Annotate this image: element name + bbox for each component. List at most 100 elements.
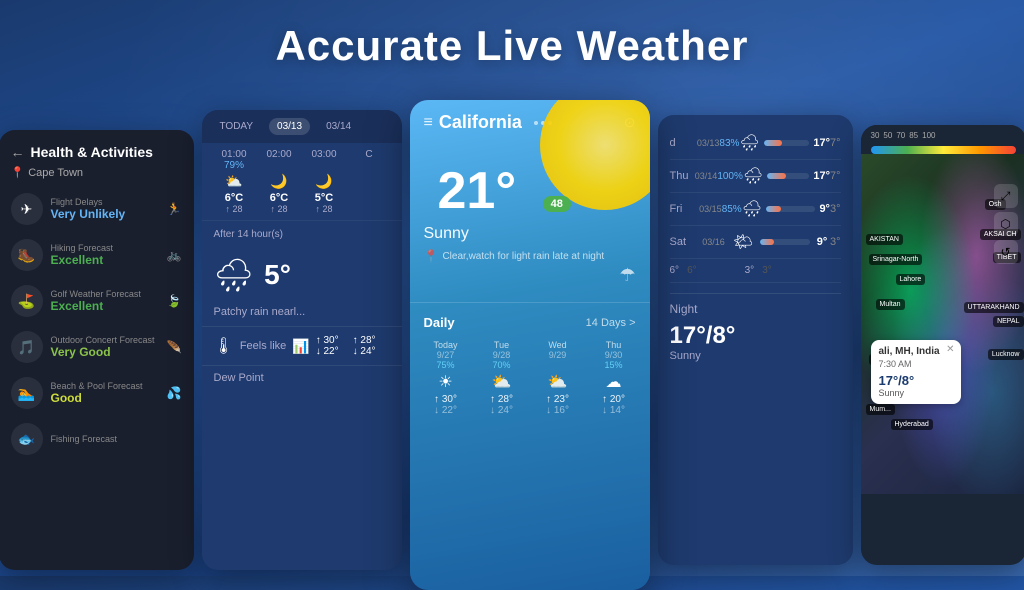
ca-day-tue: Tue 9/28 70% ⛅ ↑ 28° ↓ 24°	[474, 336, 530, 420]
tab-0313[interactable]: 03/13	[269, 118, 310, 135]
fishing-icon: 🐟	[11, 423, 43, 455]
wdate-3: 03/16	[702, 237, 725, 247]
feels-lo2: ↓ 24°	[353, 346, 376, 357]
feels-hi2: ↑ 28°	[353, 335, 376, 346]
run-icon: 🏃	[167, 202, 182, 216]
menu-icon[interactable]: ≡	[424, 114, 433, 132]
hour3-pct	[302, 160, 347, 171]
hour2-time: 02:00	[257, 149, 302, 160]
days-link[interactable]: 14 Days >	[586, 317, 636, 329]
tab-0314[interactable]: 03/14	[318, 118, 359, 135]
hour3-wind: ↑ 28	[302, 204, 347, 214]
map-layers-btn[interactable]: ⬡	[994, 212, 1018, 236]
hour2-wind: ↑ 28	[257, 204, 302, 214]
hour2-icon: 🌙	[257, 173, 302, 190]
day-thu-icon: ☁	[588, 372, 640, 392]
map-card: 30 50 70 85 100 Osh AKISTAN AKSAI CH Sri…	[861, 125, 1024, 565]
map-zoom-btn[interactable]: ⤢	[994, 184, 1018, 208]
flight-text: Flight Delays Very Unlikely	[51, 197, 126, 221]
wpct-1: 100%	[717, 171, 743, 182]
wicon-3: 🌤	[733, 232, 753, 252]
weekly-row-2: Fri 03/15 85% 🌧 9° 3°	[670, 193, 841, 226]
wbar-2	[766, 206, 815, 212]
map-color-bar	[871, 146, 1016, 154]
extra-hi1: 6°	[670, 265, 680, 276]
wbar-fill-0	[764, 140, 782, 146]
popup-condition: Sunny	[879, 388, 953, 398]
wpct-2: 85%	[722, 204, 742, 215]
wday-0: d	[670, 137, 697, 149]
hour1-icon: ⛅	[212, 173, 257, 190]
wbar-fill-1	[767, 173, 786, 179]
day-tue-lo: ↓ 24°	[476, 405, 528, 416]
golf-label: Golf Weather Forecast	[51, 289, 141, 299]
health-card-title: Health & Activities	[31, 144, 153, 160]
day-thu-label: Thu	[588, 340, 640, 350]
map-refresh-btn[interactable]: ↺	[994, 240, 1018, 264]
day-tue-icon: ⛅	[476, 372, 528, 392]
day-today-icon: ☀	[420, 372, 472, 392]
night-condition: Sunny	[670, 350, 841, 362]
weekly-row-1: Thu 03/14 100% 🌧 17° 7°	[670, 160, 841, 193]
feels-row: 🌡 Feels like 📊 ↑ 30° ↓ 22° ↑ 28° ↓ 24°	[202, 326, 402, 365]
map-city-multan: Multan	[876, 299, 905, 310]
day-thu-date: 9/30	[588, 350, 640, 360]
patchy-desc: Patchy rain nearl...	[202, 302, 402, 326]
popup-temp: 17°/8°	[879, 373, 953, 388]
golf-value: Excellent	[51, 299, 141, 313]
hour-1: 01:00 79% ⛅ 6°C ↑ 28	[212, 149, 257, 214]
rain-cloud-icon: 🌧	[214, 256, 255, 294]
extra-hi2: 3°	[745, 265, 755, 276]
hour-3: 03:00 🌙 5°C ↑ 28	[302, 149, 347, 214]
activity-concert: 🎵 Outdoor Concert Forecast Very Good 🪶	[11, 331, 182, 363]
hourly-tabs: TODAY 03/13 03/14	[202, 110, 402, 143]
wdate-0: 03/13	[697, 138, 720, 148]
popup-time: 7:30 AM	[879, 359, 953, 369]
back-arrow-icon[interactable]: ←	[11, 144, 25, 160]
ca-daily-header: Daily 14 Days >	[410, 302, 650, 336]
wdate-1: 03/14	[695, 171, 718, 181]
day-tue-label: Tue	[476, 340, 528, 350]
hour-2: 02:00 🌙 6°C ↑ 28	[257, 149, 302, 214]
map-city-mumbai: Mum...	[866, 404, 895, 415]
activity-fishing: 🐟 Fishing Forecast	[11, 423, 182, 455]
location-pin-icon: 📍	[11, 166, 25, 179]
popup-close-btn[interactable]: ✕	[946, 344, 954, 355]
whi-1: 17°	[813, 170, 830, 182]
day-wed-label: Wed	[532, 340, 584, 350]
fishing-text: Fishing Forecast	[51, 434, 118, 444]
map-city-hyderabad: Hyderabad	[891, 419, 933, 430]
golf-icon: ⛳	[11, 285, 43, 317]
hour3-time: 03:00	[302, 149, 347, 160]
weekly-row-3: Sat 03/16 🌤 9° 3°	[670, 226, 841, 259]
ca-day-today: Today 9/27 75% ☀ ↑ 30° ↓ 22°	[418, 336, 474, 420]
activity-flight: ✈ Flight Delays Very Unlikely 🏃	[11, 193, 182, 225]
hiking-label: Hiking Forecast	[51, 243, 114, 253]
day-wed-hi: ↑ 23°	[532, 394, 584, 405]
map-label-50: 50	[883, 131, 892, 140]
day-wed-lo: ↓ 16°	[532, 405, 584, 416]
whi-0: 17°	[813, 137, 830, 149]
wdate-2: 03/15	[699, 204, 722, 214]
wpct-3	[727, 237, 730, 248]
activity-beach: 🏊 Beach & Pool Forecast Good 💦	[11, 377, 182, 409]
map-controls: ⤢ ⬡ ↺	[994, 184, 1018, 264]
splash-icon: 💦	[167, 386, 182, 400]
hiking-text: Hiking Forecast Excellent	[51, 243, 114, 267]
wbar-1	[767, 173, 809, 179]
bike-icon: 🚲	[167, 248, 182, 262]
map-city-lucknow: Lucknow	[988, 349, 1024, 360]
ca-sub-text: 📍 Clear,watch for light rain late at nig…	[410, 247, 650, 265]
beach-value: Good	[51, 391, 143, 405]
hiking-icon: 🥾	[11, 239, 43, 271]
day-thu-lo: ↓ 14°	[588, 405, 640, 416]
day-today-hi: ↑ 30°	[420, 394, 472, 405]
hour-4: C	[347, 149, 392, 214]
california-city: California	[439, 112, 522, 133]
wpct-0: 83%	[719, 138, 739, 149]
day-today-pct: 75%	[420, 360, 472, 370]
tab-today[interactable]: TODAY	[212, 118, 262, 135]
day-today-date: 9/27	[420, 350, 472, 360]
weekly-card: d 03/13 83% 🌧 17° 7° Thu 03/14 100% 🌧 17…	[658, 115, 853, 565]
feels-temps: ↑ 30° ↓ 22°	[316, 335, 339, 357]
